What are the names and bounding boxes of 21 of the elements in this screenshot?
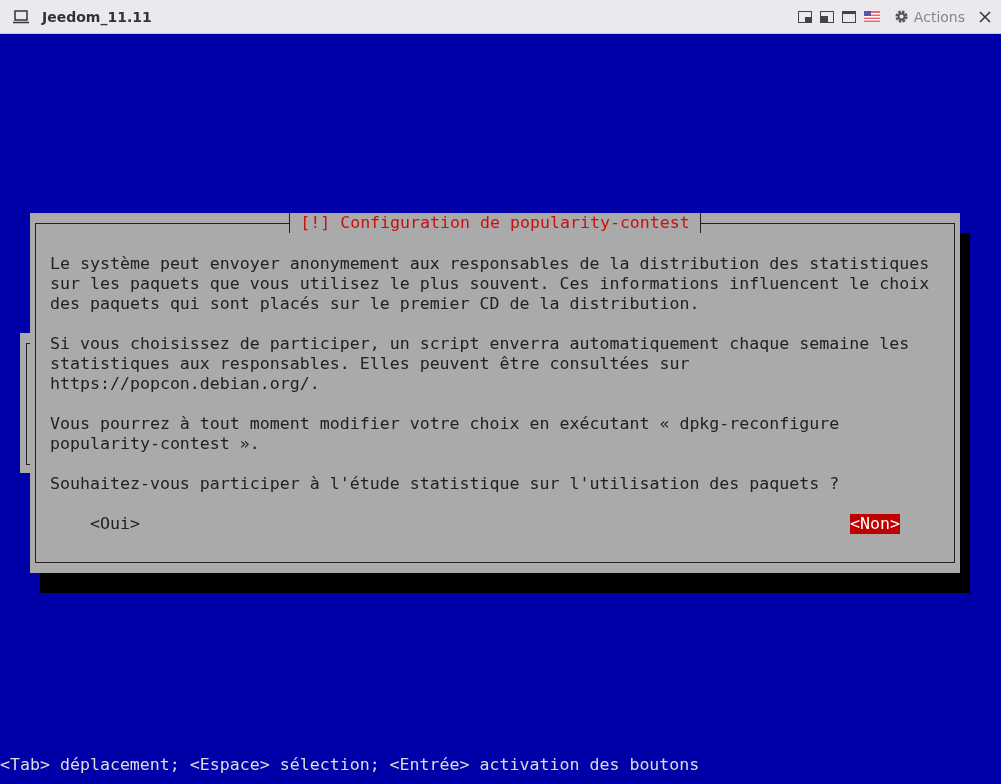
yes-button[interactable]: <Oui> [90,514,140,534]
dialog-text: statistiques aux responsables. Elles peuvent être consultées sur [50,354,691,374]
dialog-text: Souhaitez-vous participer à l'étude statistique sur l'utilisation des paquets ? [50,474,841,494]
dialog-text: des paquets qui sont placés sur le premier CD de la distribution. [50,294,701,314]
dialog-text: popularity-contest ». [50,434,261,454]
no-button[interactable]: <Non> [850,514,900,534]
dialog-text: https://popcon.debian.org/. [50,374,321,394]
close-icon[interactable] [979,10,991,23]
settings-icon [893,9,909,24]
maximize-icon[interactable] [841,10,856,23]
dialog-title: [!] Configuration de popularity-contest [289,213,701,233]
dialog-text: Le système peut envoyer anonymement aux responsables de la distribution des statistiques [50,254,931,274]
window-layout-icon[interactable] [819,10,834,23]
flag-icon[interactable] [863,11,880,22]
laptop-icon [12,9,30,24]
dialog-text: sur les paquets que vous utilisez le plus souvent. Ces informations influencent le choix [50,274,931,294]
window-title: Jeedom_11.11 [42,8,152,25]
dialog-text: Si vous choisissez de participer, un script enverra automatiquement chaque semaine les [50,334,911,354]
status-line: <Tab> déplacement; <Espace> sélection; <Entrée> activation des boutons [0,755,701,775]
dialog-text: Vous pourrez à tout moment modifier votre choix en exécutant « dpkg-reconfigure [50,414,841,434]
window-layout-icon[interactable] [797,10,812,23]
